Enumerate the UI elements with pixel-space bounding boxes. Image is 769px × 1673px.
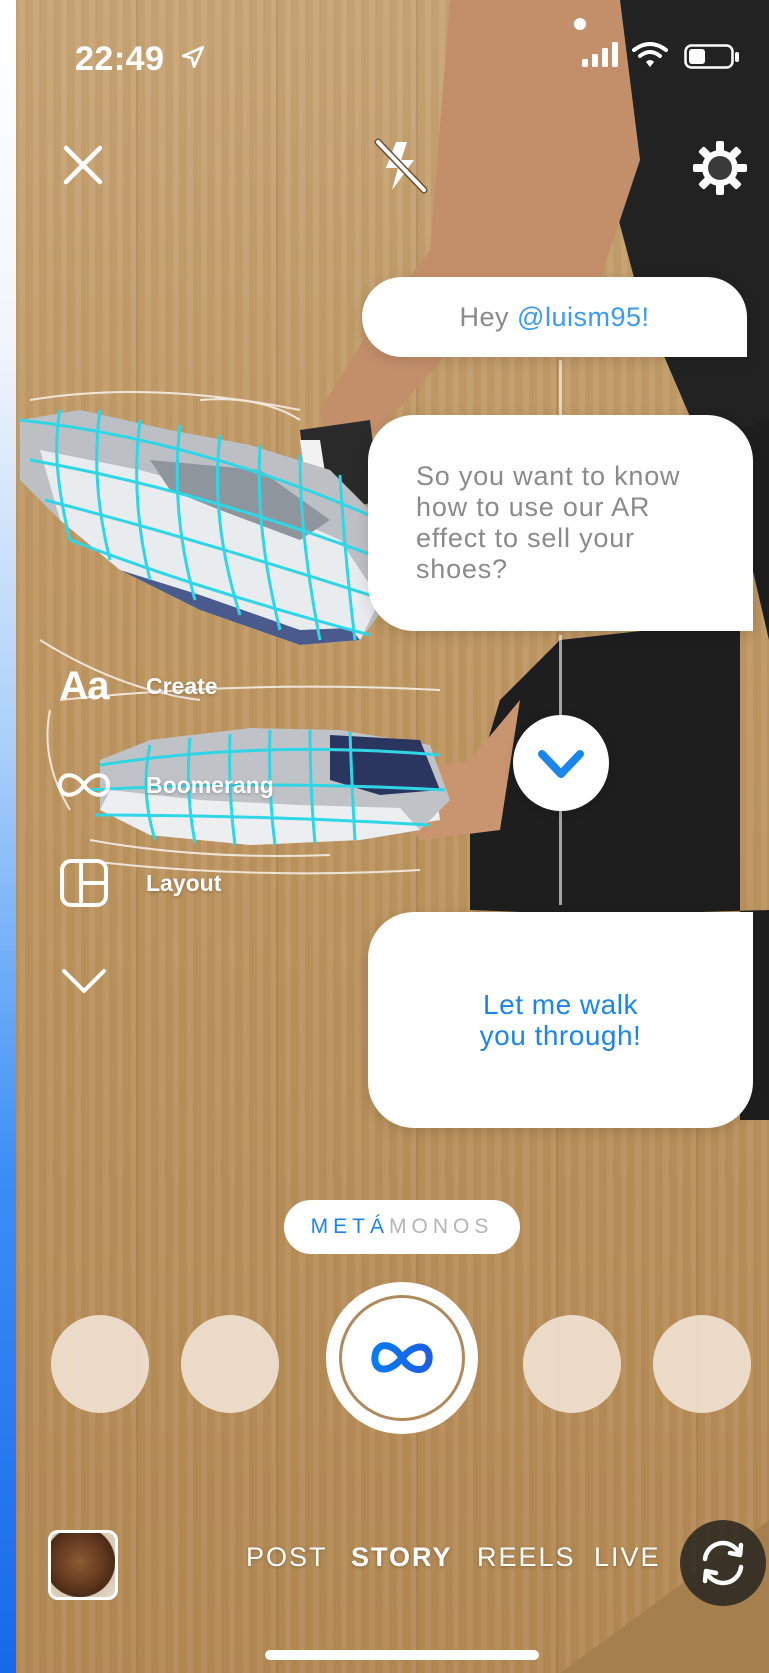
battery-icon <box>684 44 739 69</box>
status-time: 22:49 <box>75 40 165 78</box>
mode-live-tab[interactable]: LIVE <box>594 1542 661 1573</box>
layout-mode-button[interactable]: Layout <box>54 853 221 913</box>
flash-off-icon <box>374 138 428 194</box>
user-mention[interactable]: @luism95! <box>517 302 649 333</box>
chevron-down-icon <box>62 969 106 993</box>
create-label: Create <box>146 672 218 699</box>
text-aa-icon: Aa <box>59 663 109 708</box>
home-indicator[interactable] <box>265 1650 539 1660</box>
chat-bubble-question: So you want to know how to use our AR ef… <box>368 415 753 631</box>
close-icon <box>63 145 103 185</box>
effect-name-rest: MONOS <box>389 1215 494 1238</box>
thread-connector <box>559 360 562 415</box>
status-bar: 22:49 <box>0 18 769 82</box>
chat-bubble-walkthrough: Let me walk you through! <box>368 912 753 1128</box>
privacy-dot-icon <box>574 18 586 30</box>
flash-toggle-button[interactable] <box>370 136 430 196</box>
next-message-button[interactable] <box>513 715 609 811</box>
more-tools-button[interactable] <box>54 950 114 1010</box>
camera-flip-icon <box>702 1540 744 1586</box>
cellular-signal-icon <box>582 42 618 67</box>
mode-post-tab[interactable]: POST <box>246 1542 328 1573</box>
effect-slot[interactable] <box>523 1315 621 1413</box>
boomerang-mode-button[interactable]: Boomerang <box>54 755 274 815</box>
greeting-text: Hey <box>459 301 510 332</box>
effect-name-pill[interactable]: METÁ MONOS <box>284 1200 520 1254</box>
layout-grid-icon <box>60 859 108 907</box>
mode-story-tab[interactable]: STORY <box>351 1542 453 1573</box>
settings-button[interactable] <box>692 140 748 196</box>
effect-slot[interactable] <box>51 1315 149 1413</box>
wifi-icon <box>632 42 668 67</box>
infinity-icon <box>57 773 111 797</box>
question-text: So you want to know how to use our AR ef… <box>416 461 681 584</box>
chevron-down-icon <box>538 750 584 778</box>
meta-logo-icon <box>371 1342 433 1373</box>
close-button[interactable] <box>58 140 108 190</box>
gear-icon <box>693 141 747 195</box>
flip-camera-button[interactable] <box>680 1520 766 1606</box>
walkthrough-text: Let me walk you through! <box>479 989 642 1051</box>
mode-reels-tab[interactable]: REELS <box>477 1542 576 1573</box>
boomerang-label: Boomerang <box>146 771 274 798</box>
effect-slot[interactable] <box>181 1315 279 1413</box>
gallery-thumbnail[interactable] <box>48 1530 118 1600</box>
effect-slot[interactable] <box>653 1315 751 1413</box>
create-mode-button[interactable]: Aa Create <box>54 656 218 716</box>
capture-button[interactable] <box>326 1282 478 1434</box>
chat-bubble-greeting: Hey @luism95! <box>362 277 747 357</box>
location-arrow-icon <box>181 45 205 69</box>
layout-label: Layout <box>146 869 222 896</box>
effect-name-accent: METÁ <box>310 1215 389 1238</box>
